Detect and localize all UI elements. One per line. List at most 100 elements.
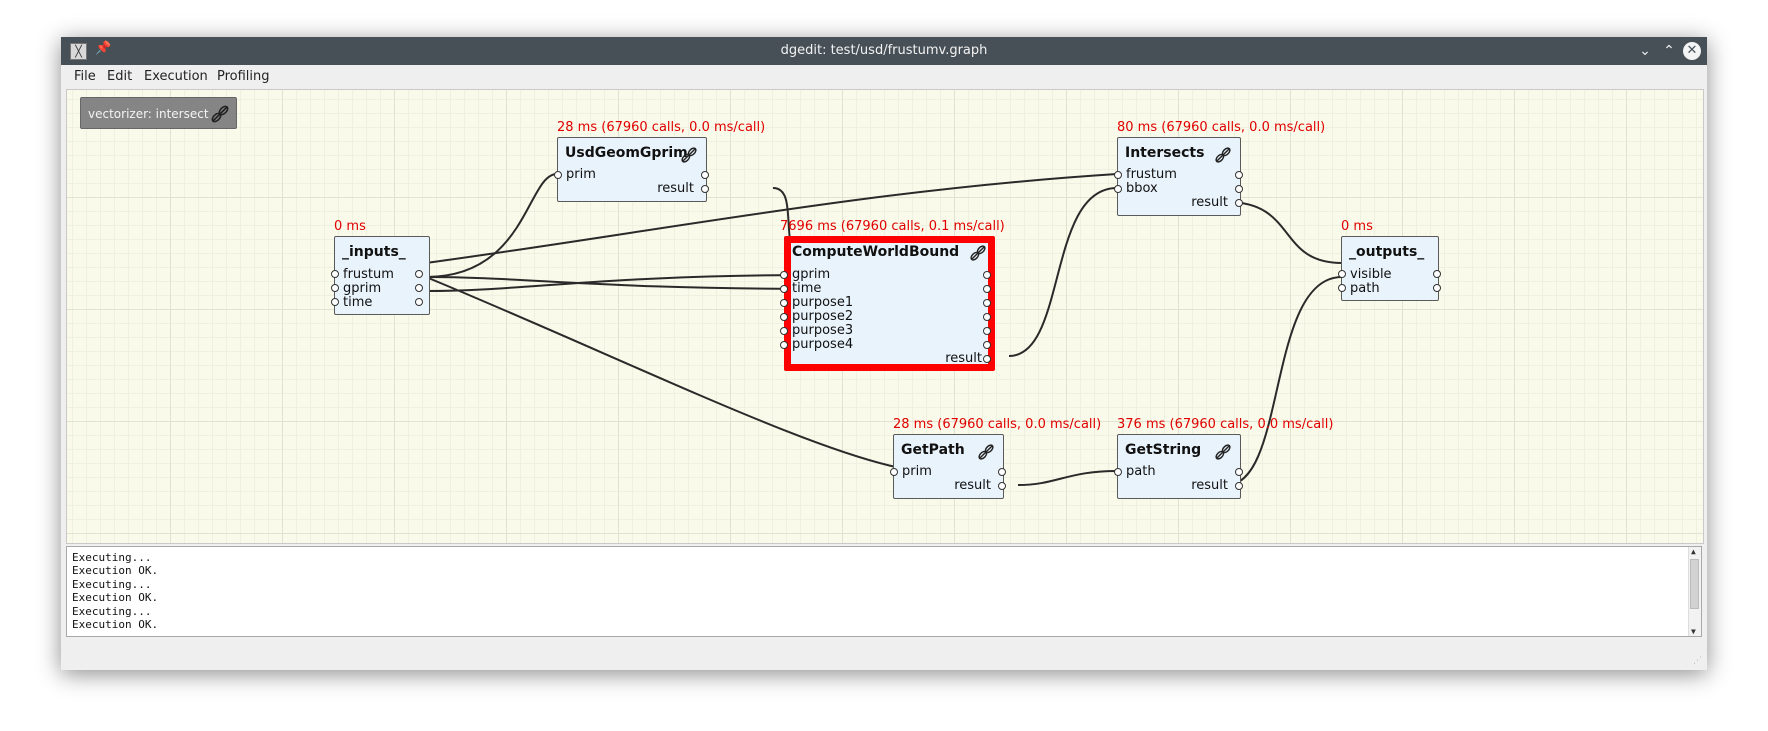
node-title: ComputeWorldBound [792,244,960,260]
input-dot[interactable] [1114,171,1122,179]
input-dot[interactable] [890,468,898,476]
output-dot[interactable] [1235,171,1243,179]
node-computeworldbound[interactable]: ComputeWorldBound gprim time purpose1 pu… [780,236,995,371]
output-dot[interactable] [983,285,991,293]
node-title: UsdGeomGprim [565,145,688,161]
output-dot[interactable] [1433,284,1441,292]
node-getpath[interactable]: GetPath prim result [890,434,1006,499]
port-purpose4: purpose4 [792,337,854,352]
node-title: _outputs_ [1349,244,1425,260]
node-intersects[interactable]: Intersects frustum bbox result [1114,137,1243,216]
input-dot[interactable] [780,299,788,307]
output-dot[interactable] [701,171,709,179]
console-line: Execution OK. [72,564,159,578]
output-dot[interactable] [983,327,991,335]
node-outputs[interactable]: _outputs_ visible path [1338,236,1441,301]
getpath-timing: 28 ms (67960 calls, 0.0 ms/call) [893,417,1102,432]
port-prim: prim [902,464,932,479]
output-dot[interactable] [701,185,709,193]
main-window: ╳ 📌 dgedit: test/usd/frustumv.graph ⌄ ⌃ … [61,37,1707,670]
menu-bar: File Edit Execution Profiling [61,65,1707,89]
status-bar: ⋰ [61,640,1707,670]
node-title: Intersects [1125,145,1205,161]
node-inputs[interactable]: _inputs_ frustum gprim time [331,236,430,315]
output-dot[interactable] [983,271,991,279]
port-bbox: bbox [1126,181,1158,196]
console-line: Executing... [72,551,152,564]
output-dot[interactable] [1235,468,1243,476]
input-dot[interactable] [780,313,788,321]
menu-execution[interactable]: Execution [144,65,208,89]
output-dot[interactable] [415,284,423,292]
computeworldbound-timing: 7696 ms (67960 calls, 0.1 ms/call) [780,219,1005,234]
close-icon[interactable]: ✕ [1683,42,1701,60]
input-dot[interactable] [331,298,339,306]
output-dot[interactable] [983,341,991,349]
menu-edit[interactable]: Edit [107,65,132,89]
input-dot[interactable] [780,285,788,293]
output-dot[interactable] [1235,199,1243,207]
node-getstring[interactable]: GetString path result [1114,434,1243,499]
scroll-thumb[interactable] [1690,559,1699,609]
output-dot[interactable] [415,270,423,278]
maximize-icon[interactable]: ⌃ [1659,41,1679,61]
console-line: Executing... [72,577,152,591]
output-dot[interactable] [983,299,991,307]
output-dot[interactable] [983,313,991,321]
port-result: result [954,478,991,493]
minimize-icon[interactable]: ⌄ [1635,41,1655,61]
output-dot[interactable] [998,468,1006,476]
vectorize-link-icon[interactable] [977,443,995,461]
title-bar[interactable]: ╳ 📌 dgedit: test/usd/frustumv.graph ⌄ ⌃ … [61,37,1707,65]
window-title: dgedit: test/usd/frustumv.graph [780,43,988,58]
output-dot[interactable] [983,355,991,363]
console-line: Execution OK. [72,591,159,605]
wire-gprim-to-computeworldbound [425,276,825,290]
node-title: GetString [1125,442,1202,458]
scroll-down-icon[interactable]: ▼ [1691,627,1696,636]
port-prim: prim [566,167,596,182]
node-usdgeomgprim[interactable]: UsdGeomGprim prim result [554,137,709,202]
output-dot[interactable] [1235,185,1243,193]
wire-getpath-to-getstring [1017,470,1118,486]
input-dot[interactable] [780,327,788,335]
console-line: Execution OK. [72,617,159,631]
inputs-timing: 0 ms [334,219,366,234]
output-dot[interactable] [415,298,423,306]
graph-canvas[interactable]: vectorizer: intersect 0 ms _inputs_ frus… [66,89,1704,544]
vectorize-link-icon[interactable] [1214,443,1232,461]
input-dot[interactable] [1338,284,1346,292]
input-dot[interactable] [1114,468,1122,476]
vectorize-link-icon[interactable] [1214,146,1232,164]
node-title: _inputs_ [342,244,406,260]
input-dot[interactable] [780,341,788,349]
port-result: result [1191,195,1228,210]
vectorize-link-icon[interactable] [680,146,698,164]
output-dot[interactable] [998,482,1006,490]
scroll-up-icon[interactable]: ▲ [1691,547,1696,556]
outputs-timing: 0 ms [1341,219,1373,234]
input-dot[interactable] [554,171,562,179]
usdgeomgprim-timing: 28 ms (67960 calls, 0.0 ms/call) [557,120,766,135]
input-dot[interactable] [780,271,788,279]
input-dot[interactable] [1338,270,1346,278]
console-output[interactable]: Executing... Execution OK. Executing... … [66,546,1702,637]
input-dot[interactable] [331,284,339,292]
menu-file[interactable]: File [74,65,96,89]
port-result: result [657,181,694,196]
input-dot[interactable] [331,270,339,278]
intersects-timing: 80 ms (67960 calls, 0.0 ms/call) [1117,120,1326,135]
node-title: GetPath [901,442,965,458]
console-scrollbar[interactable]: ▲ ▼ [1688,547,1701,636]
input-dot[interactable] [1114,185,1122,193]
vectorize-link-icon[interactable] [969,244,987,262]
output-dot[interactable] [1433,270,1441,278]
port-path: path [1350,281,1380,296]
port-result: result [1191,478,1228,493]
port-result: result [945,351,982,366]
resize-grip-icon[interactable]: ⋰ [1693,656,1703,666]
output-dot[interactable] [1235,482,1243,490]
wire-getstring-to-outputs [1226,276,1343,486]
wire-gprim-to-usdgeomgprim [425,173,558,278]
menu-profiling[interactable]: Profiling [217,65,270,89]
